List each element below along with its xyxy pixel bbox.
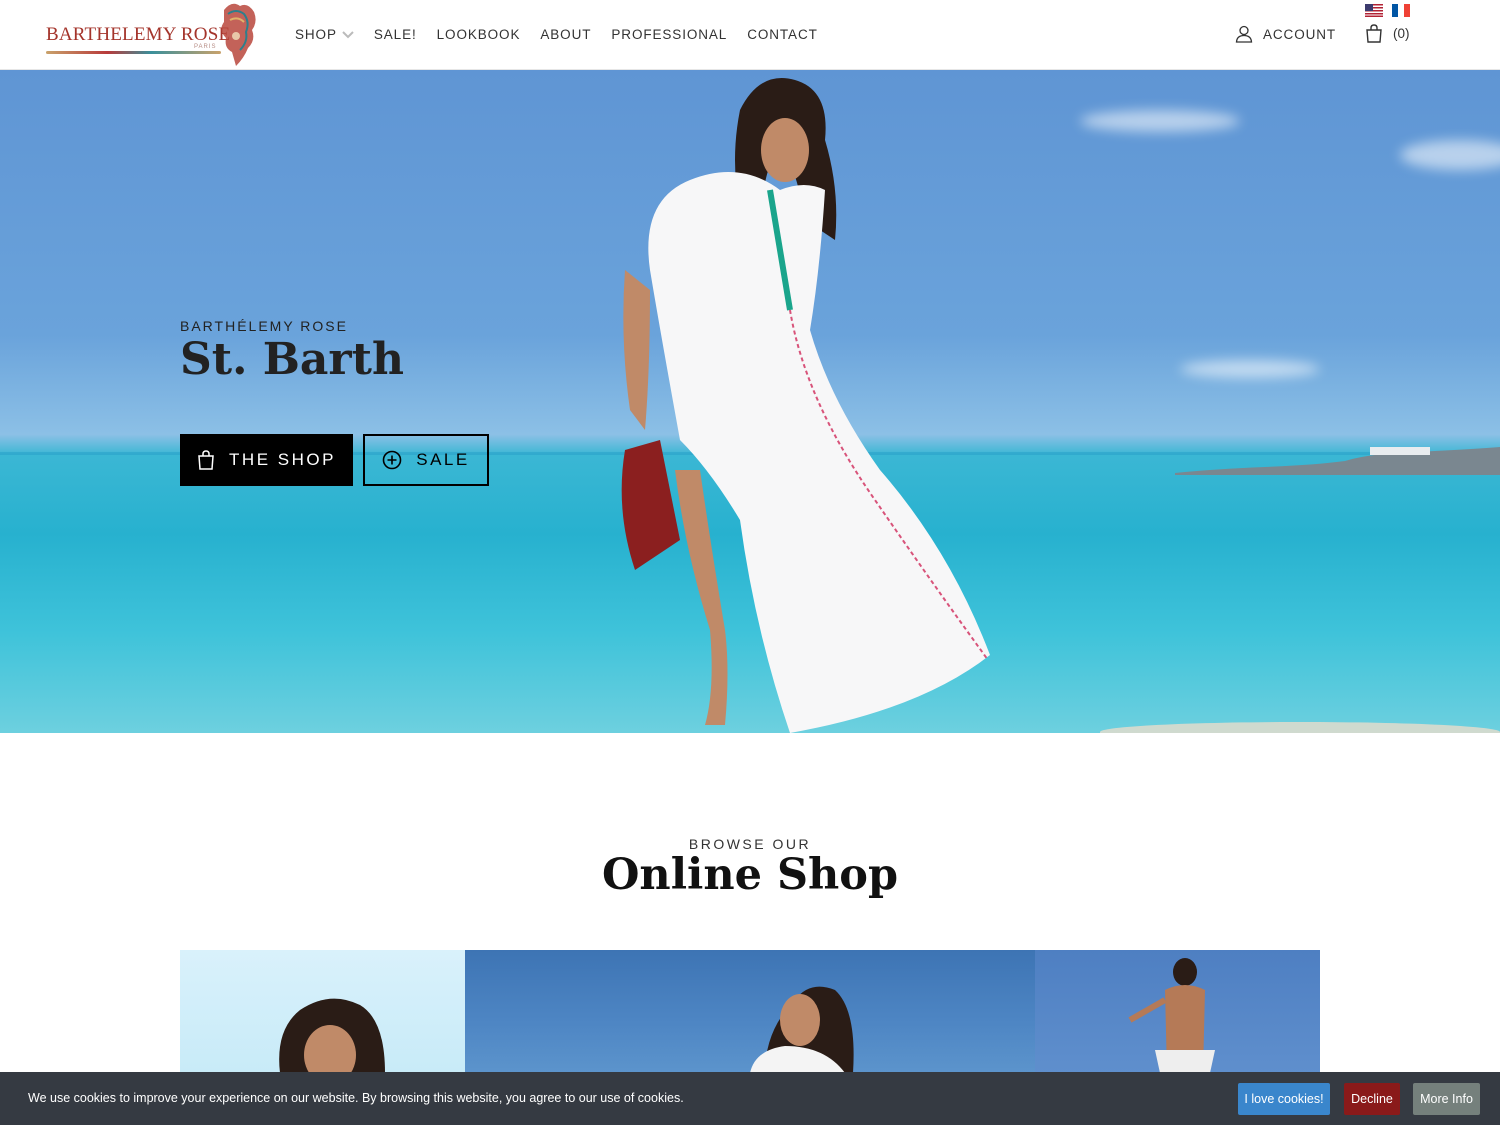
hero-banner: BARTHÉLEMY ROSE St. Barth THE SHOP SALE [0,70,1500,733]
chevron-down-icon [342,30,354,38]
model-photo [750,986,854,1073]
shopping-bag-icon [1366,24,1382,43]
shop-category-tiles [180,950,1320,1073]
logo-text: BARTHELEMY ROSE [46,24,231,45]
browse-title: Online Shop [601,850,899,900]
cloud [1400,140,1500,170]
account-link[interactable]: ACCOUNT [1235,25,1336,43]
category-tile[interactable] [180,950,465,1073]
site-header: BARTHELEMY ROSE PARIS SHOP SALE! LOOKBOO… [0,0,1500,70]
cookie-banner: We use cookies to improve your experienc… [0,1072,1500,1125]
sale-button[interactable]: SALE [363,434,489,486]
sale-label: SALE [416,450,470,469]
cloud [1080,110,1240,132]
the-shop-button[interactable]: THE SHOP [180,434,353,486]
decline-cookies-button[interactable]: Decline [1344,1083,1400,1115]
model-photo [621,78,990,733]
nav-contact[interactable]: CONTACT [747,27,818,42]
accept-cookies-button[interactable]: I love cookies! [1238,1083,1330,1115]
island-shape [1175,447,1500,475]
category-tile[interactable] [1035,950,1320,1073]
the-shop-label: THE SHOP [229,450,336,469]
model-photo [279,998,385,1073]
headdress-icon [221,3,256,66]
sand-strip [1100,722,1500,733]
us-flag-icon[interactable] [1365,4,1383,17]
account-label: ACCOUNT [1263,26,1337,42]
hero-eyebrow: BARTHÉLEMY ROSE [180,318,348,334]
cart-count: (0) [1393,26,1410,41]
cookie-message: We use cookies to improve your experienc… [28,1091,684,1105]
main-nav: SHOP SALE! LOOKBOOK ABOUT PROFESSIONAL C… [295,27,838,42]
category-tile[interactable] [465,950,1035,1073]
nav-shop[interactable]: SHOP [295,27,354,42]
logo-underline [46,51,221,54]
shopping-bag-icon [198,450,214,470]
nav-shop-label: SHOP [295,27,337,42]
nav-sale[interactable]: SALE! [374,27,417,42]
user-icon [1235,25,1253,43]
more-info-button[interactable]: More Info [1413,1083,1480,1115]
cloud [1180,360,1320,378]
language-switcher [1365,4,1419,17]
nav-about[interactable]: ABOUT [540,27,591,42]
brand-logo[interactable]: BARTHELEMY ROSE PARIS [44,0,259,70]
hero-title: St. Barth [180,334,404,385]
fr-flag-icon[interactable] [1392,4,1410,17]
model-photo [1128,958,1215,1073]
cart-link[interactable]: (0) [1365,24,1410,43]
nav-professional[interactable]: PROFESSIONAL [611,27,727,42]
nav-lookbook[interactable]: LOOKBOOK [437,27,521,42]
plus-circle-icon [382,450,402,470]
